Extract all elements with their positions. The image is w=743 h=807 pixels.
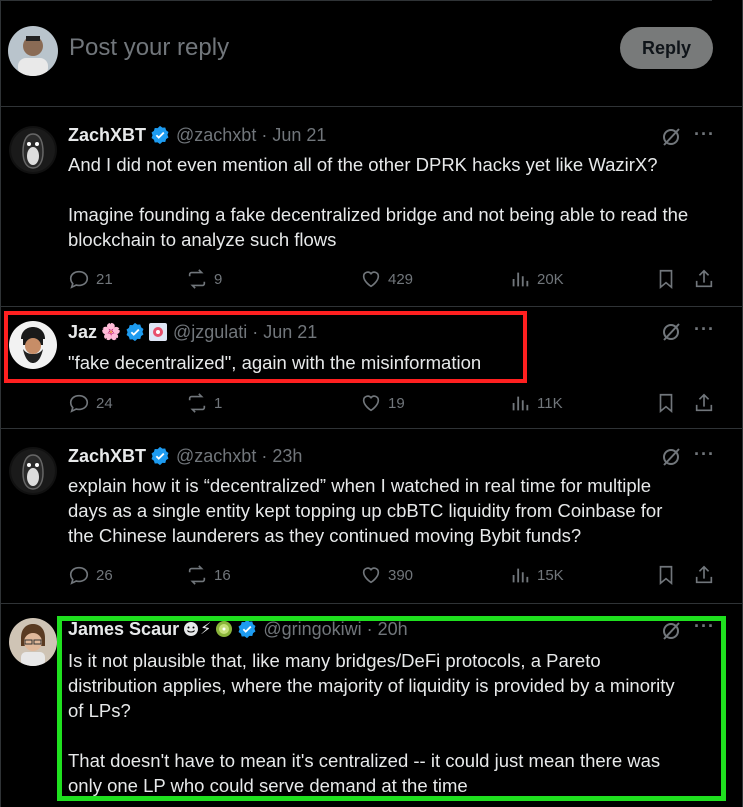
views-action[interactable]: 20K [509,268,564,290]
like-count: 390 [388,566,414,584]
like-count: 19 [388,394,405,412]
action-bar: 24 1 19 11K [68,392,718,416]
share-icon [695,565,713,584]
bookmark-icon [659,269,673,290]
like-action[interactable]: 429 [360,268,413,290]
like-count: 429 [388,270,414,288]
tweet-divider [0,306,743,307]
views-icon [512,272,529,287]
tweet-divider [0,603,743,604]
view-count: 11K [537,394,563,412]
heart-icon [362,271,380,288]
avatar[interactable] [9,126,57,174]
user-avatar[interactable] [8,26,58,76]
like-action[interactable]: 19 [360,392,405,414]
views-action[interactable]: 15K [509,564,564,586]
grok-icon[interactable] [660,126,682,148]
grok-icon[interactable] [660,321,682,343]
bookmark-action[interactable] [655,392,677,414]
more-options-icon[interactable]: ··· [694,444,715,465]
share-action[interactable] [693,392,715,414]
share-icon [695,269,713,288]
reply-icon [69,270,89,289]
repost-icon [188,269,206,289]
heart-icon [362,395,380,412]
view-count: 15K [537,566,564,584]
reply-action[interactable]: 26 [68,564,113,586]
like-action[interactable]: 390 [360,564,413,586]
reply-composer: Post your reply Reply [0,8,743,106]
repost-count: 9 [214,270,223,288]
tweet-divider [0,428,743,429]
views-icon [512,568,529,583]
grok-icon[interactable] [660,446,682,468]
repost-icon [188,565,206,585]
repost-action[interactable]: 9 [186,268,222,290]
bookmark-action[interactable] [655,564,677,586]
reply-action[interactable]: 24 [68,392,113,414]
more-options-icon[interactable]: ··· [694,319,715,340]
reply-icon [69,566,89,585]
views-action[interactable]: 11K [509,392,563,414]
action-bar: 26 16 390 15K [68,564,718,588]
reply-input[interactable]: Post your reply [69,34,229,62]
repost-count: 16 [214,566,231,584]
bookmark-icon [659,565,673,586]
action-bar: 21 9 429 20K [68,268,718,292]
share-action[interactable] [693,268,715,290]
verified-badge-icon [151,125,169,145]
reply-count: 26 [96,566,113,584]
reply-count: 24 [96,394,113,412]
view-count: 20K [537,270,564,288]
tweet-text: And I did not even mention all of the ot… [68,154,689,250]
avatar[interactable] [9,447,57,495]
author-handle[interactable]: @zachxbt · Jun 21 [176,125,326,146]
repost-action[interactable]: 16 [186,564,231,586]
author-handle[interactable]: @zachxbt · 23h [176,446,302,467]
reply-button[interactable]: Reply [620,27,713,69]
verified-badge-icon [151,446,169,466]
reply-count: 21 [96,270,113,288]
share-icon [695,393,713,412]
bookmark-action[interactable] [655,268,677,290]
green-highlight-box [57,616,726,801]
compose-divider [0,106,743,107]
author-name[interactable]: ZachXBT [68,125,146,146]
more-options-icon[interactable]: ··· [694,124,715,145]
top-divider [0,0,712,1]
share-action[interactable] [693,564,715,586]
reply-action[interactable]: 21 [68,268,113,290]
bookmark-icon [659,393,673,414]
tweet-text: explain how it is “decentralized” when I… [68,475,663,546]
views-icon [512,396,529,411]
avatar[interactable] [9,618,57,666]
repost-count: 1 [214,394,223,412]
heart-icon [362,567,380,584]
red-highlight-box [4,311,527,383]
author-name[interactable]: ZachXBT [68,446,146,467]
reply-icon [69,394,89,413]
repost-icon [188,393,206,413]
repost-action[interactable]: 1 [186,392,222,414]
